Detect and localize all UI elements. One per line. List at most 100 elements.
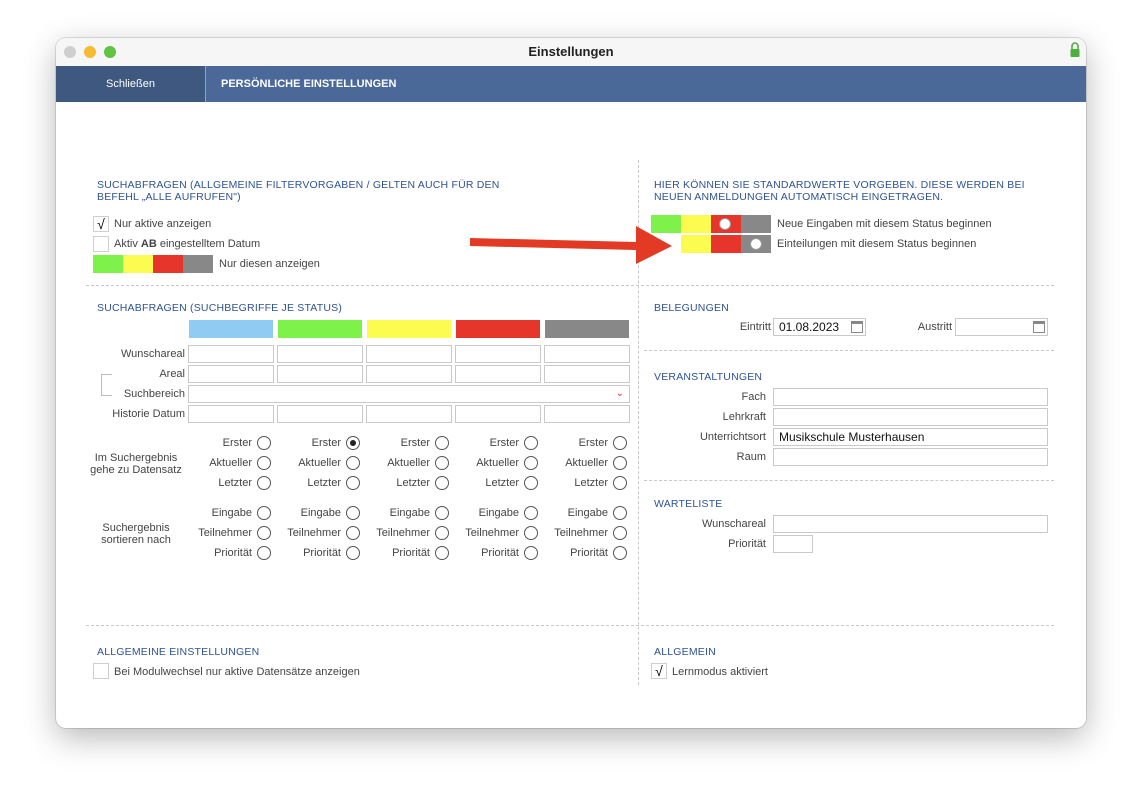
column-red-header — [456, 320, 540, 338]
goto-last-label: Letzter — [485, 477, 519, 489]
sort-priority-label: Priorität — [303, 547, 341, 559]
goto-first-radio[interactable] — [524, 436, 538, 450]
sort-entry-radio[interactable] — [346, 506, 360, 520]
sort-entry-radio[interactable] — [613, 506, 627, 520]
goto-last-radio[interactable] — [257, 476, 271, 490]
toggle-red — [711, 235, 741, 253]
sort-priority-label: Priorität — [481, 547, 519, 559]
veranstaltungen-header: VERANSTALTUNGEN — [654, 371, 763, 383]
goto-first-radio[interactable] — [346, 436, 360, 450]
sort-participant-radio[interactable] — [613, 526, 627, 540]
lehrkraft-field[interactable] — [773, 408, 1048, 426]
unterrichtsort-field[interactable]: Musikschule Musterhausen — [773, 428, 1048, 446]
goto-current-radio[interactable] — [257, 456, 271, 470]
historie-datum-field[interactable] — [366, 405, 452, 423]
active-from-bold: AB — [140, 238, 157, 250]
goto-last-radio[interactable] — [524, 476, 538, 490]
sort-label-line2: sortieren nach — [101, 534, 171, 546]
sort-priority-radio[interactable] — [524, 546, 538, 560]
historie-datum-field[interactable] — [544, 405, 630, 423]
active-from-date-label: Aktiv AB eingestelltem Datum — [114, 238, 260, 250]
toggle-yellow — [681, 235, 711, 253]
status-green-swatch[interactable] — [93, 255, 123, 273]
wl-prioritaet-label: Priorität — [728, 538, 766, 550]
historie-datum-field[interactable] — [455, 405, 541, 423]
wl-wunschareal-field[interactable] — [773, 515, 1048, 533]
wunschareal-field[interactable] — [188, 345, 274, 363]
areal-bracket — [101, 374, 112, 396]
wl-wunschareal-label: Wunschareal — [702, 518, 766, 530]
sort-entry-radio[interactable] — [524, 506, 538, 520]
assignments-status-toggle[interactable] — [681, 235, 771, 253]
sort-entry-label: Eingabe — [300, 507, 341, 519]
goto-first-radio[interactable] — [257, 436, 271, 450]
sort-entry-radio[interactable] — [257, 506, 271, 520]
sort-entry-label: Eingabe — [211, 507, 252, 519]
section-divider — [644, 480, 1054, 481]
goto-first-label: Erster — [578, 437, 608, 449]
column-green-header — [278, 320, 362, 338]
only-active-checkbox[interactable]: √ — [93, 216, 109, 232]
status-yellow-swatch[interactable] — [123, 255, 153, 273]
sort-priority-radio[interactable] — [435, 546, 449, 560]
areal-field[interactable] — [544, 365, 630, 383]
goto-last-radio[interactable] — [435, 476, 449, 490]
goto-first-radio[interactable] — [613, 436, 627, 450]
suchbereich-dropdown[interactable]: ⌄ — [188, 385, 630, 403]
sort-participant-radio[interactable] — [257, 526, 271, 540]
goto-first-label: Erster — [222, 437, 252, 449]
goto-current-radio[interactable] — [346, 456, 360, 470]
wunschareal-field[interactable] — [366, 345, 452, 363]
areal-field[interactable] — [188, 365, 274, 383]
lernmodus-checkbox[interactable]: √ — [651, 663, 667, 679]
schliessen-button[interactable]: Schließen — [56, 66, 206, 102]
historie-datum-field[interactable] — [188, 405, 274, 423]
assignments-label: Einteilungen mit diesem Status beginnen — [777, 238, 977, 250]
lehrkraft-label: Lehrkraft — [722, 411, 766, 423]
goto-current-radio[interactable] — [613, 456, 627, 470]
sort-entry-label: Eingabe — [567, 507, 608, 519]
sort-priority-radio[interactable] — [346, 546, 360, 560]
active-from-date-checkbox[interactable] — [93, 236, 109, 252]
sort-priority-radio[interactable] — [613, 546, 627, 560]
belegungen-header: BELEGUNGEN — [654, 302, 729, 314]
toolbar-title: PERSÖNLICHE EINSTELLUNGEN — [221, 78, 397, 90]
goto-last-label: Letzter — [574, 477, 608, 489]
fach-field[interactable] — [773, 388, 1048, 406]
wunschareal-field[interactable] — [277, 345, 363, 363]
areal-field[interactable] — [366, 365, 452, 383]
sort-priority-label: Priorität — [214, 547, 252, 559]
goto-last-radio[interactable] — [346, 476, 360, 490]
module-switch-checkbox[interactable] — [93, 663, 109, 679]
sort-entry-label: Eingabe — [478, 507, 519, 519]
sort-participant-radio[interactable] — [524, 526, 538, 540]
section-divider — [86, 285, 1054, 286]
calendar-icon[interactable] — [851, 321, 863, 333]
goto-current-label: Aktueller — [387, 457, 430, 469]
areal-field[interactable] — [277, 365, 363, 383]
status-red-swatch[interactable] — [153, 255, 183, 273]
goto-first-radio[interactable] — [435, 436, 449, 450]
wunschareal-field[interactable] — [544, 345, 630, 363]
goto-last-radio[interactable] — [613, 476, 627, 490]
historie-datum-field[interactable] — [277, 405, 363, 423]
status-filter-swatches[interactable] — [93, 255, 213, 273]
sort-entry-radio[interactable] — [435, 506, 449, 520]
sort-participant-radio[interactable] — [435, 526, 449, 540]
goto-current-label: Aktueller — [476, 457, 519, 469]
goto-current-radio[interactable] — [524, 456, 538, 470]
wl-prioritaet-field[interactable] — [773, 535, 813, 553]
defaults-header-line2: NEUEN ANMELDUNGEN AUTOMATISCH EINGETRAGE… — [654, 191, 944, 203]
areal-field[interactable] — [455, 365, 541, 383]
status-gray-swatch[interactable] — [183, 255, 213, 273]
new-entries-label: Neue Eingaben mit diesem Status beginnen — [777, 218, 992, 230]
calendar-icon[interactable] — [1033, 321, 1045, 333]
raum-field[interactable] — [773, 448, 1048, 466]
toggle-yellow — [681, 215, 711, 233]
goto-current-label: Aktueller — [565, 457, 608, 469]
sort-priority-radio[interactable] — [257, 546, 271, 560]
sort-participant-radio[interactable] — [346, 526, 360, 540]
sort-label: Suchergebnis sortieren nach — [86, 522, 186, 546]
goto-current-radio[interactable] — [435, 456, 449, 470]
wunschareal-field[interactable] — [455, 345, 541, 363]
